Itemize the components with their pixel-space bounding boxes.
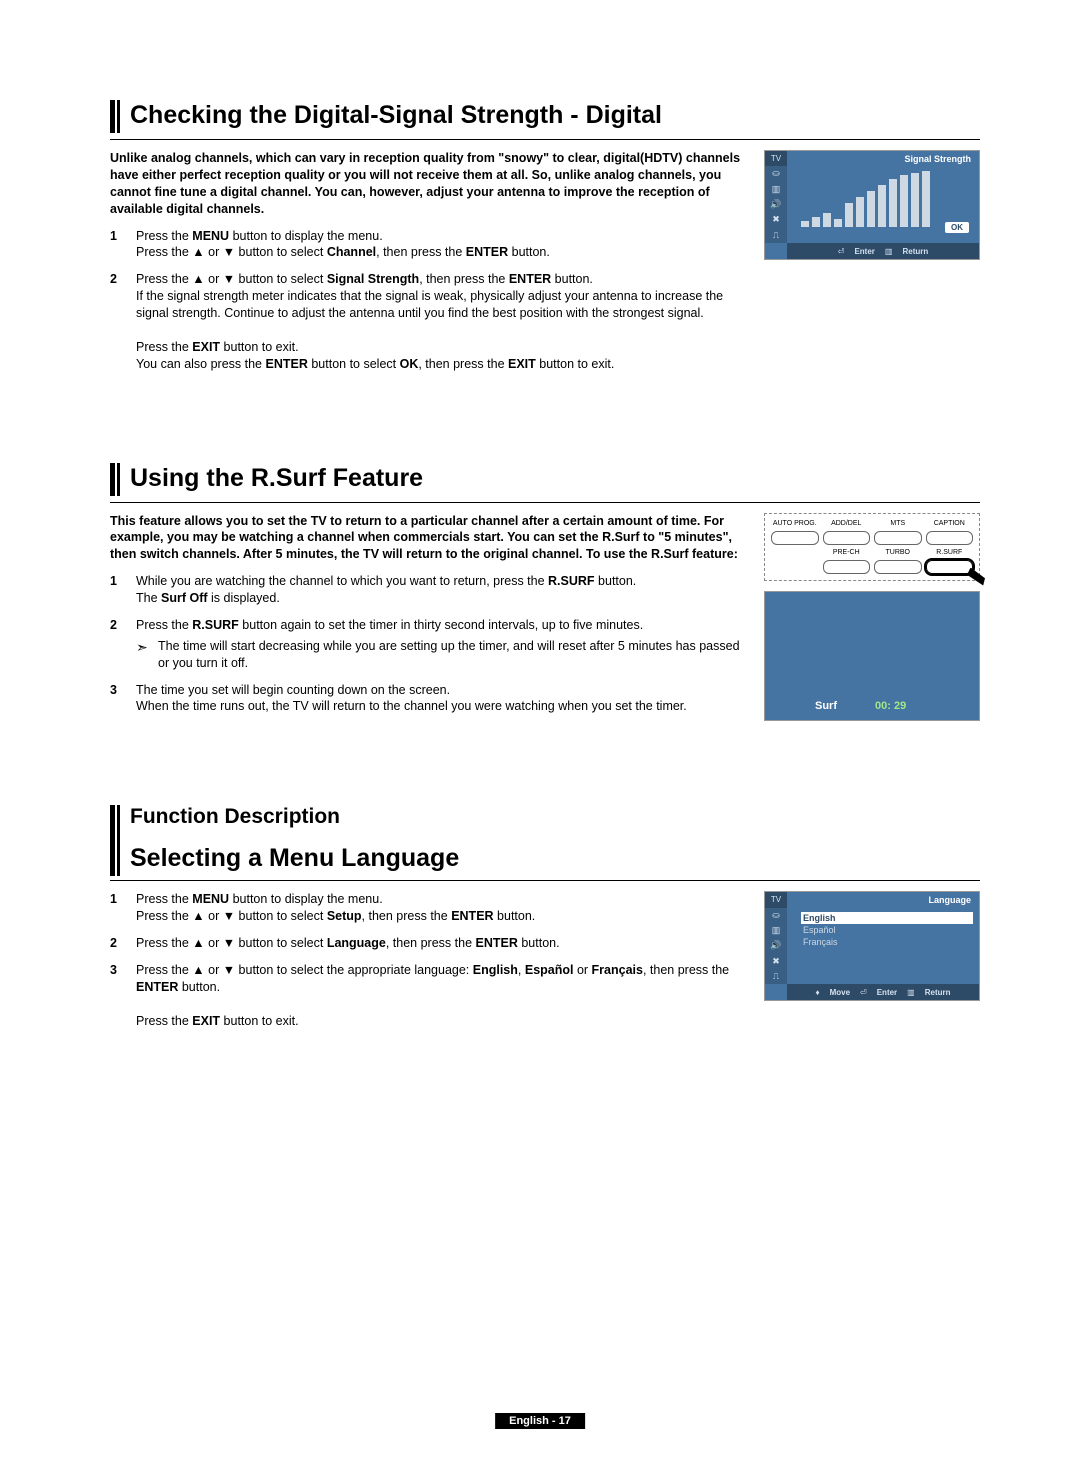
- step-body: Press the MENU button to display the men…: [136, 228, 746, 262]
- osd-sidebar: TV ⛀ ▥ 🔊 ✖ ⎍: [765, 892, 787, 984]
- section-language: Function Description Selecting a Menu La…: [110, 805, 980, 1039]
- osd-footer: ⏎Enter ▥Return: [787, 243, 979, 259]
- osd-language: TV ⛀ ▥ 🔊 ✖ ⎍ Language English Español Fr…: [764, 891, 980, 1001]
- setup-icon: ✖: [765, 954, 787, 969]
- return-icon: ▥: [885, 247, 893, 256]
- step-number: 2: [110, 271, 136, 372]
- sound-icon: 🔊: [765, 938, 787, 953]
- step-body: The time you set will begin counting dow…: [136, 682, 746, 716]
- section-rsurf: Using the R.Surf Feature This feature al…: [110, 463, 980, 726]
- remote-button[interactable]: [823, 531, 871, 545]
- language-list: English Español Français: [795, 910, 973, 948]
- step-number: 2: [110, 617, 136, 672]
- step-number: 1: [110, 228, 136, 262]
- step-body: Press the ▲ or ▼ button to select Signal…: [136, 271, 746, 372]
- picture-icon: ▥: [765, 182, 787, 197]
- step-body: Press the MENU button to display the men…: [136, 891, 746, 925]
- setup-icon: ✖: [765, 212, 787, 227]
- enter-icon: ⏎: [860, 988, 867, 997]
- sidebar-tv-label: TV: [765, 151, 787, 166]
- heading-marker: [110, 805, 120, 876]
- step-body: Press the R.SURF button again to set the…: [136, 617, 746, 672]
- remote-button-rsurf[interactable]: [926, 560, 974, 574]
- step-number: 2: [110, 935, 136, 952]
- antenna-icon: ⛀: [765, 908, 787, 923]
- enter-icon: ⏎: [838, 247, 845, 256]
- section-title: Checking the Digital-Signal Strength - D…: [130, 100, 662, 133]
- highlight-stroke-icon: [967, 568, 985, 586]
- remote-button[interactable]: [823, 560, 871, 574]
- section-label: Function Description: [130, 805, 459, 829]
- section-intro: This feature allows you to set the TV to…: [110, 513, 746, 564]
- remote-button[interactable]: [771, 531, 819, 545]
- heading-marker: [110, 463, 120, 496]
- remote-control-snippet: AUTO PROG. ADD/DEL MTS CAPTION PRE-CH TU…: [764, 513, 980, 581]
- return-icon: ▥: [907, 988, 915, 997]
- step-number: 1: [110, 891, 136, 925]
- step-body: While you are watching the channel to wh…: [136, 573, 746, 607]
- remote-button[interactable]: [874, 560, 922, 574]
- step-number: 1: [110, 573, 136, 607]
- page-footer: English - 17: [495, 1413, 585, 1429]
- lang-option-espanol[interactable]: Español: [801, 924, 973, 936]
- step-number: 3: [110, 962, 136, 1030]
- remote-button[interactable]: [874, 531, 922, 545]
- picture-icon: ▥: [765, 923, 787, 938]
- move-icon: ♦: [815, 988, 819, 997]
- sound-icon: 🔊: [765, 197, 787, 212]
- osd-title: Language: [928, 895, 971, 905]
- section-title: Using the R.Surf Feature: [130, 463, 423, 496]
- section-title: Selecting a Menu Language: [130, 843, 459, 876]
- osd-footer: ♦Move ⏎Enter ▥Return: [787, 984, 979, 1000]
- section-intro: Unlike analog channels, which can vary i…: [110, 150, 746, 218]
- antenna-icon: ⛀: [765, 166, 787, 181]
- osd-signal-strength: TV ⛀ ▥ 🔊 ✖ ⎍ Signal Strength: [764, 150, 980, 260]
- note-arrow-icon: ➣: [136, 638, 158, 672]
- step-body: Press the ▲ or ▼ button to select Langua…: [136, 935, 746, 952]
- step-number: 3: [110, 682, 136, 716]
- lang-option-francais[interactable]: Français: [801, 936, 973, 948]
- surf-label: Surf: [815, 700, 837, 712]
- lang-option-english[interactable]: English: [801, 912, 973, 924]
- signal-bar-chart: [795, 169, 973, 227]
- step-body: Press the ▲ or ▼ button to select the ap…: [136, 962, 746, 1030]
- tv-screen-surf: Surf 00: 29: [764, 591, 980, 721]
- heading-marker: [110, 100, 120, 133]
- surf-time: 00: 29: [875, 700, 906, 712]
- ok-button[interactable]: OK: [945, 222, 969, 233]
- settings-icon: ⎍: [765, 228, 787, 243]
- settings-icon: ⎍: [765, 969, 787, 984]
- sidebar-tv-label: TV: [765, 892, 787, 907]
- section-signal-strength: Checking the Digital-Signal Strength - D…: [110, 100, 980, 383]
- osd-sidebar: TV ⛀ ▥ 🔊 ✖ ⎍: [765, 151, 787, 243]
- remote-button[interactable]: [926, 531, 974, 545]
- osd-title: Signal Strength: [904, 154, 971, 164]
